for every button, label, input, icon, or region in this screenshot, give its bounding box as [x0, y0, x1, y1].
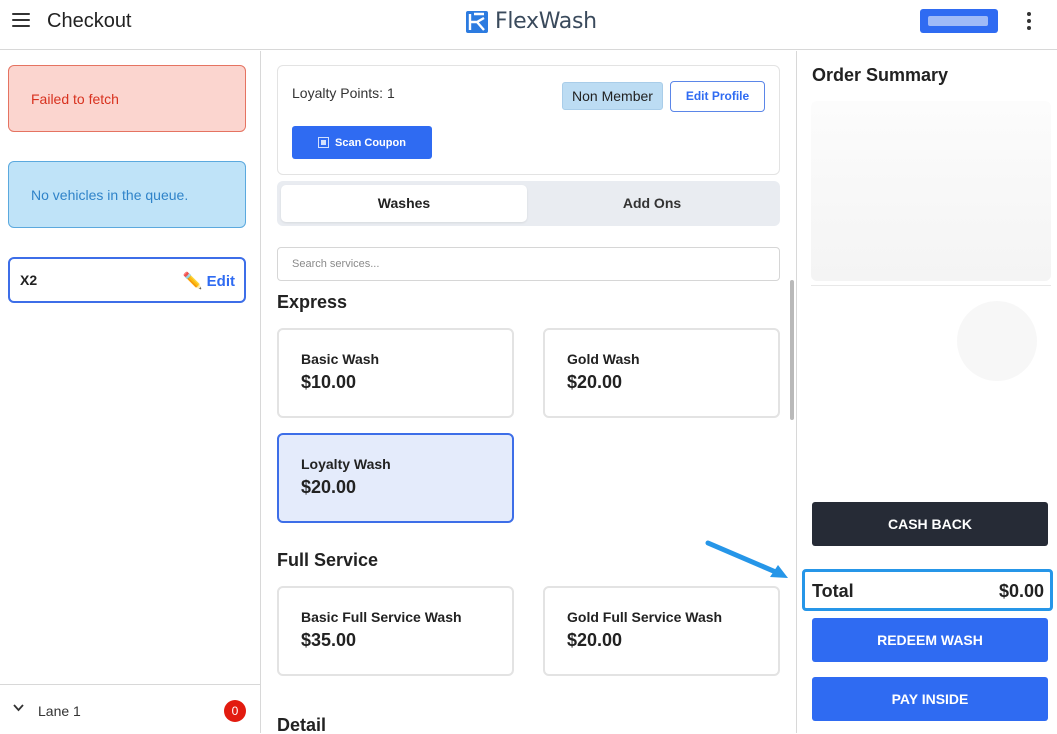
- chevron-down-icon[interactable]: [13, 702, 24, 713]
- hamburger-menu-icon[interactable]: [12, 13, 30, 29]
- order-items-area: [811, 101, 1051, 281]
- app-logo: FlexWash: [465, 9, 597, 34]
- scan-coupon-label: Scan Coupon: [335, 136, 406, 149]
- vehicle-plate: X2: [20, 272, 38, 288]
- more-options-icon[interactable]: [1024, 12, 1034, 32]
- search-services-input[interactable]: [277, 247, 780, 281]
- cash-back-button[interactable]: CASH BACK: [812, 502, 1048, 546]
- order-summary-panel: Order Summary CASH BACK Total $0.00 REDE…: [796, 51, 1057, 733]
- user-account-button[interactable]: [920, 9, 998, 33]
- order-summary-title: Order Summary: [812, 65, 949, 85]
- membership-badge: Non Member: [562, 82, 663, 110]
- service-price: $20.00: [301, 477, 357, 497]
- service-price: $20.00: [567, 630, 623, 650]
- service-card-basic-wash[interactable]: Basic Wash $10.00: [277, 328, 514, 418]
- qr-scan-icon: [318, 137, 330, 148]
- section-title-full-service: Full Service: [277, 550, 379, 570]
- lane-count-badge: 0: [224, 700, 246, 722]
- edit-vehicle-button[interactable]: ✏️ Edit: [183, 271, 235, 291]
- section-title-detail: Detail: [277, 715, 327, 733]
- service-card-basic-full-service-wash[interactable]: Basic Full Service Wash $35.00: [277, 586, 514, 676]
- user-name-redacted: [928, 16, 988, 26]
- placeholder-graphic: [957, 301, 1037, 381]
- service-card-gold-wash[interactable]: Gold Wash $20.00: [543, 328, 780, 418]
- pencil-icon: ✏️: [182, 273, 203, 290]
- top-bar: Checkout FlexWash: [0, 0, 1057, 50]
- scan-coupon-button[interactable]: Scan Coupon: [292, 126, 432, 159]
- flexwash-logo-icon: [466, 10, 488, 33]
- left-sidebar: Failed to fetch No vehicles in the queue…: [0, 51, 261, 734]
- service-price: $35.00: [301, 630, 357, 650]
- edit-label: Edit: [206, 272, 235, 290]
- total-value: $0.00: [998, 581, 1044, 601]
- page-title: Checkout: [47, 10, 132, 32]
- divider: [811, 285, 1051, 286]
- total-label: Total: [812, 581, 854, 601]
- edit-profile-button[interactable]: Edit Profile: [670, 81, 765, 112]
- service-name: Gold Wash: [567, 351, 640, 367]
- error-alert: Failed to fetch: [8, 65, 246, 132]
- tab-washes[interactable]: Washes: [281, 185, 527, 222]
- section-title-express: Express: [277, 292, 348, 312]
- service-name: Basic Full Service Wash: [301, 609, 462, 625]
- service-panel-scrollbar[interactable]: [790, 280, 794, 420]
- annotation-arrow-icon: [705, 540, 788, 578]
- redeem-wash-button[interactable]: REDEEM WASH: [812, 618, 1048, 662]
- pay-inside-button[interactable]: PAY INSIDE: [812, 677, 1048, 721]
- service-name: Gold Full Service Wash: [567, 609, 723, 625]
- service-price: $20.00: [567, 372, 623, 392]
- service-name: Basic Wash: [301, 351, 380, 367]
- service-card-gold-full-service-wash[interactable]: Gold Full Service Wash $20.00: [543, 586, 780, 676]
- lane-selector[interactable]: Lane 1 0: [0, 684, 260, 734]
- vehicle-card[interactable]: X2 ✏️ Edit: [8, 257, 246, 303]
- info-alert: No vehicles in the queue.: [8, 161, 246, 228]
- logo-text: FlexWash: [495, 9, 597, 34]
- service-panel: Loyalty Points: 1 Non Member Edit Profil…: [262, 51, 796, 733]
- service-price: $10.00: [301, 372, 357, 392]
- service-card-loyalty-wash[interactable]: Loyalty Wash $20.00: [277, 433, 514, 523]
- lane-label: Lane 1: [38, 703, 81, 719]
- service-name: Loyalty Wash: [301, 456, 391, 472]
- customer-profile-card: Loyalty Points: 1 Non Member Edit Profil…: [277, 65, 780, 175]
- tab-add-ons[interactable]: Add Ons: [529, 185, 775, 222]
- loyalty-points: Loyalty Points: 1: [292, 85, 395, 101]
- order-total: Total $0.00: [802, 569, 1053, 611]
- service-tabs: Washes Add Ons: [277, 181, 780, 226]
